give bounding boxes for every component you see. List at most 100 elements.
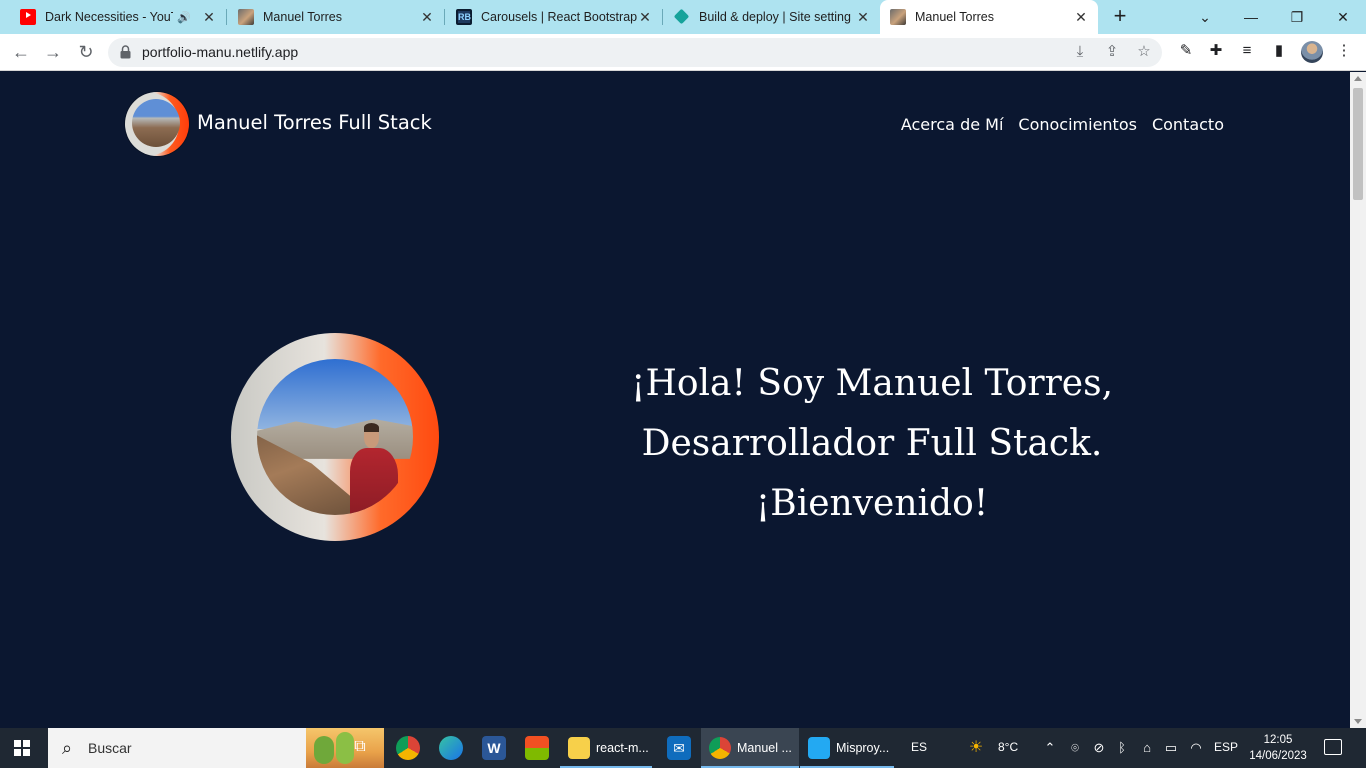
tab-separator	[662, 9, 663, 25]
scroll-up-arrow-icon[interactable]	[1354, 76, 1362, 81]
scroll-down-arrow-icon[interactable]	[1354, 719, 1362, 724]
close-tab-icon[interactable]: ✕	[1074, 10, 1088, 24]
nav-link-contact[interactable]: Contacto	[1152, 115, 1224, 134]
battery-icon[interactable]: ▭	[1163, 740, 1179, 756]
tab-title: Dark Necessities - YouTube	[45, 10, 173, 24]
minimize-button[interactable]: —	[1228, 0, 1274, 34]
taskbar-app-explorer[interactable]: react-m...	[560, 728, 652, 768]
edge-icon[interactable]	[439, 736, 463, 760]
close-tab-icon[interactable]: ✕	[202, 10, 216, 24]
media-queue-icon[interactable]: ≡	[1235, 39, 1259, 63]
scroll-thumb[interactable]	[1353, 88, 1363, 200]
portfolio-page: Manuel Torres Full Stack Acerca de Mí Co…	[0, 72, 1350, 728]
browser-toolbar: ← → ↻ portfolio-manu.netlify.app ⤓ ⇪ ☆ ✎…	[0, 34, 1366, 71]
bluetooth-icon[interactable]: ᛒ	[1114, 740, 1130, 755]
close-tab-icon[interactable]: ✕	[420, 10, 434, 24]
speaker-icon[interactable]: 🔊	[177, 11, 191, 24]
mail-icon[interactable]: ✉	[667, 736, 691, 760]
network-icon[interactable]: ⌂	[1139, 740, 1155, 755]
photo-favicon-icon	[890, 9, 906, 25]
chrome-icon	[709, 737, 731, 759]
vscode-icon	[808, 737, 830, 759]
tab-title: Carousels | React Bootstrap	[481, 10, 638, 24]
taskbar-app-label: react-m...	[596, 741, 649, 755]
taskbar-search[interactable]: ⌕ Buscar	[48, 728, 384, 768]
tab-separator	[226, 9, 227, 25]
file-explorer-icon	[568, 737, 590, 759]
back-button[interactable]: ←	[9, 40, 33, 64]
close-window-button[interactable]: ✕	[1320, 0, 1366, 34]
page-scrollbar[interactable]	[1350, 72, 1366, 728]
main-nav: Acerca de Mí Conocimientos Contacto	[901, 115, 1224, 134]
search-highlight-image	[306, 728, 384, 768]
taskbar-app-label: Misproy...	[836, 741, 890, 755]
close-tab-icon[interactable]: ✕	[856, 10, 870, 24]
taskbar-app-label: Manuel ...	[737, 741, 792, 755]
hero-avatar	[231, 333, 439, 541]
address-bar[interactable]: portfolio-manu.netlify.app ⤓ ⇪ ☆	[108, 38, 1162, 67]
weather-temperature[interactable]: 8°C	[998, 740, 1018, 754]
camera-icon[interactable]: ⌾	[1067, 740, 1083, 756]
clock[interactable]: 12:05 14/06/2023	[1247, 732, 1309, 764]
hero-heading: ¡Hola! Soy Manuel Torres, Desarrollador …	[588, 354, 1156, 534]
drive-icon[interactable]: ⊘	[1091, 740, 1107, 756]
tab-youtube[interactable]: Dark Necessities - YouTube 🔊 ✕	[0, 0, 226, 34]
taskbar-app-vscode[interactable]: Misproy...	[800, 728, 894, 768]
chrome-icon[interactable]	[396, 736, 420, 760]
task-view-icon[interactable]: ⧉	[352, 738, 368, 756]
tab-netlify[interactable]: Build & deploy | Site settings ✕	[664, 0, 880, 34]
install-app-icon[interactable]: ⤓	[1070, 42, 1090, 62]
clock-time: 12:05	[1263, 734, 1293, 746]
react-bootstrap-icon: RB	[456, 9, 472, 25]
photo-favicon-icon	[238, 9, 254, 25]
reload-button[interactable]: ↻	[74, 40, 98, 64]
brand-logo-photo	[132, 99, 180, 147]
windows-taskbar: ⌕ Buscar ⧉ W react-m... ✉ Manuel ... Mis…	[0, 728, 1366, 768]
new-tab-button[interactable]: +	[1108, 5, 1132, 29]
clock-date: 14/06/2023	[1249, 750, 1307, 762]
profile-avatar[interactable]	[1301, 41, 1323, 63]
taskbar-search-placeholder: Buscar	[88, 740, 132, 756]
close-tab-icon[interactable]: ✕	[638, 10, 652, 24]
url-text: portfolio-manu.netlify.app	[142, 44, 299, 60]
tab-title: Manuel Torres	[915, 10, 994, 24]
brand-name[interactable]: Manuel Torres Full Stack	[197, 111, 432, 134]
tab-manuel-torres[interactable]: Manuel Torres ✕	[228, 0, 444, 34]
chevron-up-icon[interactable]: ⌃	[1042, 740, 1058, 756]
notifications-icon[interactable]	[1324, 739, 1342, 755]
tab-title: Manuel Torres	[263, 10, 342, 24]
lock-icon[interactable]	[120, 45, 131, 59]
tab-strip: Dark Necessities - YouTube 🔊 ✕ Manuel To…	[0, 0, 1366, 34]
store-icon[interactable]	[525, 736, 549, 760]
youtube-icon	[20, 9, 36, 25]
word-icon[interactable]: W	[482, 736, 506, 760]
share-icon[interactable]: ⇪	[1102, 42, 1122, 62]
wifi-icon[interactable]: ◠	[1188, 740, 1204, 756]
hero-line-role: Desarrollador Full Stack.	[641, 423, 1103, 464]
tab-separator	[444, 9, 445, 25]
nav-link-skills[interactable]: Conocimientos	[1018, 115, 1137, 134]
eyedropper-extension-icon[interactable]: ✎	[1174, 39, 1198, 63]
restore-button[interactable]: ❐	[1274, 0, 1320, 34]
side-panel-icon[interactable]: ▮	[1267, 39, 1291, 63]
menu-kebab-icon[interactable]: ⋮	[1332, 39, 1356, 63]
input-language[interactable]: ES	[911, 740, 927, 754]
hero-photo	[257, 359, 413, 515]
forward-button[interactable]: →	[41, 40, 65, 64]
weather-icon[interactable]: ☀	[968, 737, 984, 757]
search-icon: ⌕	[62, 738, 73, 758]
nav-link-about[interactable]: Acerca de Mí	[901, 115, 1004, 134]
extensions-puzzle-icon[interactable]: ✚	[1204, 39, 1228, 63]
brand[interactable]: Manuel Torres Full Stack	[125, 92, 432, 156]
netlify-icon	[674, 9, 690, 25]
taskbar-app-chrome[interactable]: Manuel ...	[701, 728, 799, 768]
bookmark-star-icon[interactable]: ☆	[1134, 42, 1154, 62]
tab-manuel-torres-active[interactable]: Manuel Torres ✕	[880, 0, 1098, 34]
windows-start-icon[interactable]	[14, 740, 30, 756]
brand-logo	[125, 92, 189, 156]
hero-line-greeting: ¡Hola! Soy Manuel Torres,	[630, 363, 1114, 404]
tab-react-bootstrap[interactable]: RB Carousels | React Bootstrap ✕	[446, 0, 662, 34]
hero-line-welcome: ¡Bienvenido!	[755, 483, 989, 524]
keyboard-layout[interactable]: ESP	[1214, 740, 1238, 754]
tab-search-button[interactable]: ⌄	[1182, 0, 1228, 34]
